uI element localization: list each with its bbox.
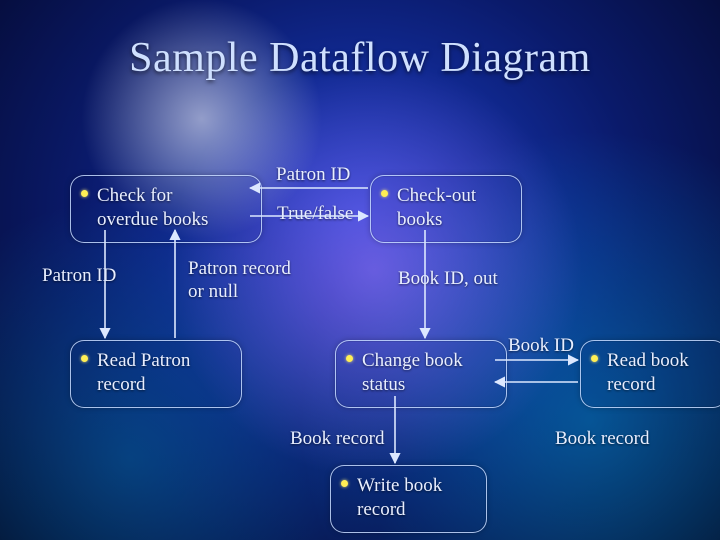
label-book-record-right: Book record — [555, 428, 649, 451]
node-read-book: Read book record — [580, 340, 720, 408]
node-check-overdue: Check for overdue books — [70, 175, 262, 243]
label-true-false: True/false — [277, 203, 353, 226]
slide: Sample Dataflow Diagram Check for overdu… — [0, 0, 720, 540]
label-book-id-out: Book ID, out — [398, 268, 498, 291]
label-patron-id-left: Patron ID — [42, 265, 116, 288]
slide-title: Sample Dataflow Diagram — [0, 34, 720, 82]
label-book-record-left: Book record — [290, 428, 384, 451]
node-check-out: Check-out books — [370, 175, 522, 243]
node-change-status: Change book status — [335, 340, 507, 408]
node-read-patron: Read Patron record — [70, 340, 242, 408]
label-patron-record: Patron record or null — [188, 258, 318, 304]
label-patron-id-top: Patron ID — [276, 164, 350, 187]
node-write-book: Write book record — [330, 465, 487, 533]
label-book-id: Book ID — [508, 335, 574, 358]
